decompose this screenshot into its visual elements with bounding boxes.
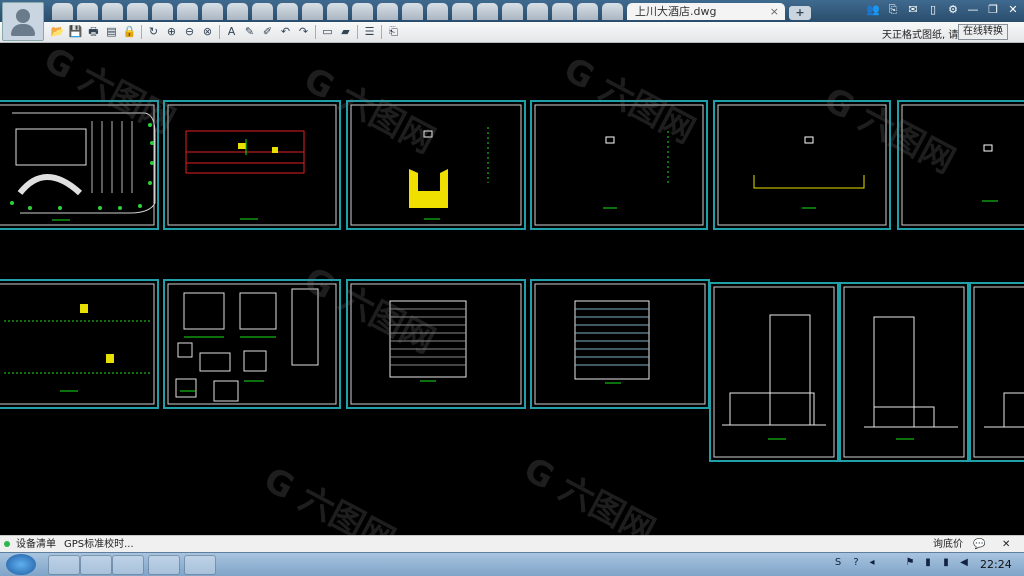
online-convert-button[interactable]: 在线转换 <box>958 24 1008 40</box>
taskbar-app-icon[interactable] <box>80 555 112 575</box>
print-icon[interactable]: 🖶 <box>86 24 101 39</box>
device-list-item[interactable]: 设备清单 <box>16 538 56 551</box>
file-tab[interactable] <box>577 3 598 20</box>
tray-volume-icon[interactable]: ◀ <box>958 557 970 569</box>
toolbar: 📂 💾 🖶 ▤ 🔒 ↻ ⊕ ⊖ ⊗ A ✎ ✐ ↶ ↷ ▭ ▰ ☰ ⎗ 天正格式… <box>0 22 1024 43</box>
file-tab[interactable] <box>227 3 248 20</box>
file-tab[interactable] <box>527 3 548 20</box>
toolbar-separator <box>219 25 220 39</box>
user-avatar[interactable] <box>2 2 44 41</box>
save-icon[interactable]: 💾 <box>68 24 83 39</box>
file-tab[interactable] <box>52 3 73 20</box>
tool-group: 📂 💾 🖶 ▤ 🔒 ↻ ⊕ ⊖ ⊗ A ✎ ✐ ↶ ↷ ▭ ▰ ☰ ⎗ <box>50 24 404 39</box>
file-tab[interactable] <box>352 3 373 20</box>
sheet-elevation-front-2[interactable] <box>530 279 710 409</box>
toolbar-separator <box>357 25 358 39</box>
pdf-icon[interactable]: ▤ <box>104 24 119 39</box>
area-icon[interactable]: ▰ <box>338 24 353 39</box>
new-tab-button[interactable]: + <box>789 6 811 20</box>
format-notice: 天正格式图纸, 请 <box>882 30 959 41</box>
file-tab[interactable] <box>452 3 473 20</box>
sheet-elevation-side-1[interactable] <box>709 282 839 462</box>
taskbar-app-icon[interactable] <box>184 555 216 575</box>
start-button[interactable] <box>6 554 36 575</box>
tray-network-icon[interactable]: ▮ <box>922 557 934 569</box>
taskbar-app-icon[interactable] <box>148 555 180 575</box>
sheet-elevation-side-2[interactable] <box>839 282 969 462</box>
users-icon[interactable]: 👥 <box>866 3 880 17</box>
file-tab[interactable] <box>127 3 148 20</box>
layers-icon[interactable]: ☰ <box>362 24 377 39</box>
file-tab[interactable] <box>202 3 223 20</box>
file-tab[interactable] <box>427 3 448 20</box>
message-icon[interactable]: ✉ <box>906 3 920 17</box>
phone-icon[interactable]: ▯ <box>926 3 940 17</box>
tray-help-icon[interactable]: ? <box>850 557 862 569</box>
export-icon[interactable]: ⎗ <box>386 24 401 39</box>
markup-icon[interactable]: ✐ <box>260 24 275 39</box>
taskbar-app-icon[interactable] <box>112 555 144 575</box>
taskbar: S ? ◂ ⚑ ▮ ▮ ◀ 22:24 <box>0 552 1024 576</box>
toolbar-separator <box>381 25 382 39</box>
file-tab[interactable] <box>302 3 323 20</box>
minimize-button[interactable]: — <box>966 3 980 17</box>
file-tab[interactable] <box>327 3 348 20</box>
undo-icon[interactable]: ↶ <box>278 24 293 39</box>
active-tab-title: 上川大酒店.dwg <box>635 5 717 18</box>
window-controls: 👥 ⎘ ✉ ▯ ⚙ — ❐ ✕ <box>866 3 1020 17</box>
chat-icon[interactable]: 💬 <box>973 538 985 551</box>
file-tab[interactable] <box>602 3 623 20</box>
avatar-head-shape <box>16 9 30 23</box>
tray-flag-icon[interactable]: ⚑ <box>904 557 916 569</box>
settings-gear-icon[interactable]: ⚙ <box>946 3 960 17</box>
file-tab[interactable] <box>252 3 273 20</box>
online-status-dot <box>4 541 10 547</box>
file-tab[interactable] <box>177 3 198 20</box>
measure-icon[interactable]: ▭ <box>320 24 335 39</box>
restore-button[interactable]: ❐ <box>986 3 1000 17</box>
sheet-details-1[interactable] <box>0 279 159 409</box>
zoom-in-icon[interactable]: ⊕ <box>164 24 179 39</box>
ask-price-link[interactable]: 询底价 <box>933 538 963 551</box>
avatar-body-shape <box>11 24 35 36</box>
file-tab[interactable] <box>102 3 123 20</box>
title-bar: 上川大酒店.dwg × + 👥 ⎘ ✉ ▯ ⚙ — ❐ ✕ <box>0 0 1024 41</box>
tray-arrow-icon[interactable]: ◂ <box>866 557 878 569</box>
tab-strip: 上川大酒店.dwg × + <box>52 3 811 22</box>
file-tab[interactable] <box>552 3 573 20</box>
zoom-extents-icon[interactable]: ⊗ <box>200 24 215 39</box>
gps-time-item[interactable]: GPS标准校时... <box>64 538 134 551</box>
redo-icon[interactable]: ↷ <box>296 24 311 39</box>
tray-s-icon[interactable]: S <box>832 557 844 569</box>
sheet-elevation-side-3[interactable] <box>969 282 1024 462</box>
sheet-floor-plan-red[interactable] <box>163 100 341 230</box>
close-status-icon[interactable]: ✕ <box>1002 538 1010 551</box>
tray-signal-icon[interactable]: ▮ <box>940 557 952 569</box>
file-tab[interactable] <box>402 3 423 20</box>
file-tab[interactable] <box>502 3 523 20</box>
taskbar-app-icon[interactable] <box>48 555 80 575</box>
file-tab[interactable] <box>477 3 498 20</box>
active-file-tab[interactable]: 上川大酒店.dwg × <box>627 3 785 20</box>
file-tab[interactable] <box>277 3 298 20</box>
text-icon[interactable]: A <box>224 24 239 39</box>
lock-icon[interactable]: 🔒 <box>122 24 137 39</box>
open-file-icon[interactable]: 📂 <box>50 24 65 39</box>
file-tab[interactable] <box>152 3 173 20</box>
file-tab[interactable] <box>77 3 98 20</box>
toolbar-separator <box>141 25 142 39</box>
status-bar: 设备清单 GPS标准校时... 询底价 💬 ✕ <box>0 535 1024 553</box>
toolbar-separator <box>315 25 316 39</box>
pencil-icon[interactable]: ✎ <box>242 24 257 39</box>
close-window-button[interactable]: ✕ <box>1006 3 1020 17</box>
refresh-icon[interactable]: ↻ <box>146 24 161 39</box>
file-tab[interactable] <box>377 3 398 20</box>
close-tab-icon[interactable]: × <box>770 3 779 21</box>
zoom-out-icon[interactable]: ⊖ <box>182 24 197 39</box>
taskbar-clock[interactable]: 22:24 <box>980 558 1012 571</box>
drawing-canvas[interactable]: G 六图网 G 六图网 G 六图网 G 六图网 G 六图网 G 六图网 G 六图… <box>0 43 1024 535</box>
share-icon[interactable]: ⎘ <box>886 3 900 17</box>
